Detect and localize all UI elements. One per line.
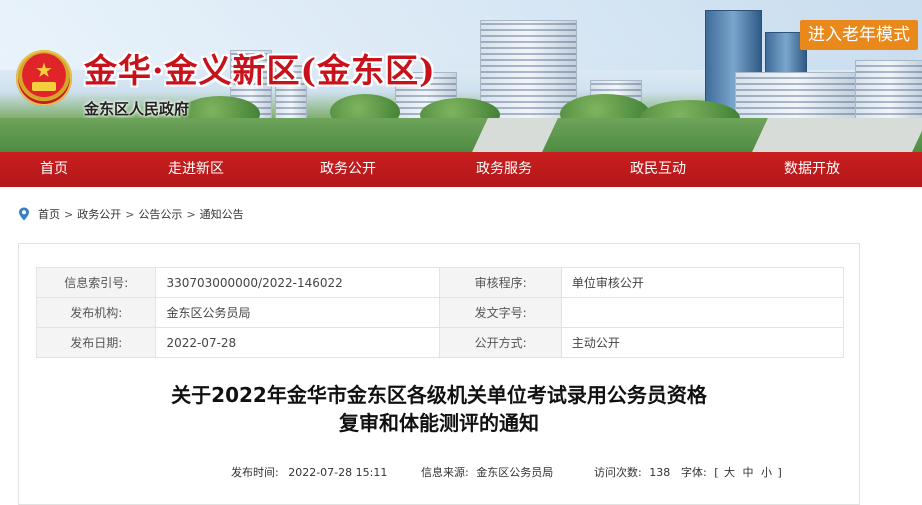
org-value: 金东区公务员局: [155, 297, 441, 328]
font-size-bracket-open: [: [714, 466, 719, 479]
date-label: 发布日期:: [35, 327, 157, 358]
nav-item-gov-affairs[interactable]: 政务公开: [310, 152, 386, 187]
publish-time-value: 2022-07-28 15:11: [288, 466, 388, 479]
site-subtitle: 金东区人民政府: [84, 100, 190, 118]
nav-item-open-data[interactable]: 数据开放: [772, 152, 852, 187]
date-value: 2022-07-28: [155, 327, 441, 358]
publish-time-label: 发布时间:: [231, 466, 279, 479]
table-row: 信息索引号: 330703000000/2022-146022 审核程序: 单位…: [35, 267, 845, 298]
org-label: 发布机构:: [35, 297, 157, 328]
table-row: 发布机构: 金东区公务员局 发文字号:: [35, 297, 845, 328]
main-nav: 首页 走进新区 政务公开 政务服务 政民互动 数据开放: [0, 152, 922, 187]
visit-count-value: 138: [649, 466, 671, 479]
index-value: 330703000000/2022-146022: [155, 267, 441, 298]
building-illustration: [855, 60, 922, 122]
nav-item-about[interactable]: 走进新区: [158, 152, 234, 187]
breadcrumb: 首页 > 政务公开 > 公告公示 > 通知公告: [18, 206, 244, 222]
info-source: 信息来源: 金东区公务员局: [421, 464, 553, 480]
breadcrumb-home[interactable]: 首页: [38, 206, 60, 222]
article-container: 信息索引号: 330703000000/2022-146022 审核程序: 单位…: [18, 243, 860, 505]
index-label: 信息索引号:: [35, 267, 157, 298]
font-size-medium-button[interactable]: 中: [743, 466, 754, 479]
header-banner: ★ 金华·金义新区(金东区) 金东区人民政府 进入老年模式: [0, 0, 922, 152]
font-size-label: 字体:: [681, 466, 707, 479]
info-source-value: 金东区公务员局: [476, 466, 554, 479]
breadcrumb-notices[interactable]: 通知公告: [200, 206, 244, 222]
font-size-large-button[interactable]: 大: [724, 466, 735, 479]
site-title[interactable]: 金华·金义新区(金东区): [84, 44, 436, 92]
nav-item-home[interactable]: 首页: [22, 152, 86, 187]
nav-item-interaction[interactable]: 政民互动: [618, 152, 698, 187]
article-title: 关于2022年金华市金东区各级机关单位考试录用公务员资格 复审和体能测评的通知: [19, 381, 859, 437]
metadata-table: 信息索引号: 330703000000/2022-146022 审核程序: 单位…: [35, 267, 845, 358]
breadcrumb-separator: >: [64, 207, 74, 221]
mode-value: 主动公开: [560, 327, 845, 358]
font-size-control: 字体: [ 大 中 小 ]: [681, 464, 782, 480]
review-value: 单位审核公开: [560, 267, 845, 298]
breadcrumb-separator: >: [186, 207, 196, 221]
visit-count-label: 访问次数:: [594, 466, 642, 479]
nav-item-gov-service[interactable]: 政务服务: [464, 152, 544, 187]
docno-value: [560, 297, 845, 328]
review-label: 审核程序:: [439, 267, 562, 298]
national-emblem-icon: ★: [16, 50, 72, 106]
location-pin-icon: [19, 207, 29, 221]
table-row: 发布日期: 2022-07-28 公开方式: 主动公开: [35, 327, 845, 358]
road-illustration: [752, 118, 922, 152]
font-size-small-button[interactable]: 小: [761, 466, 772, 479]
font-size-bracket-close: ]: [777, 466, 782, 479]
info-source-label: 信息来源:: [421, 466, 469, 479]
building-illustration: [735, 72, 857, 122]
mode-label: 公开方式:: [439, 327, 562, 358]
article-title-line1: 关于2022年金华市金东区各级机关单位考试录用公务员资格: [171, 383, 707, 407]
article-title-line2: 复审和体能测评的通知: [339, 411, 539, 435]
visit-count: 访问次数: 138: [594, 464, 670, 480]
docno-label: 发文字号:: [439, 297, 562, 328]
elder-mode-button[interactable]: 进入老年模式: [800, 20, 918, 50]
publish-time: 发布时间: 2022-07-28 15:11: [231, 464, 387, 480]
breadcrumb-separator: >: [125, 207, 135, 221]
breadcrumb-gov-affairs[interactable]: 政务公开: [77, 206, 121, 222]
breadcrumb-announcements[interactable]: 公告公示: [138, 206, 182, 222]
